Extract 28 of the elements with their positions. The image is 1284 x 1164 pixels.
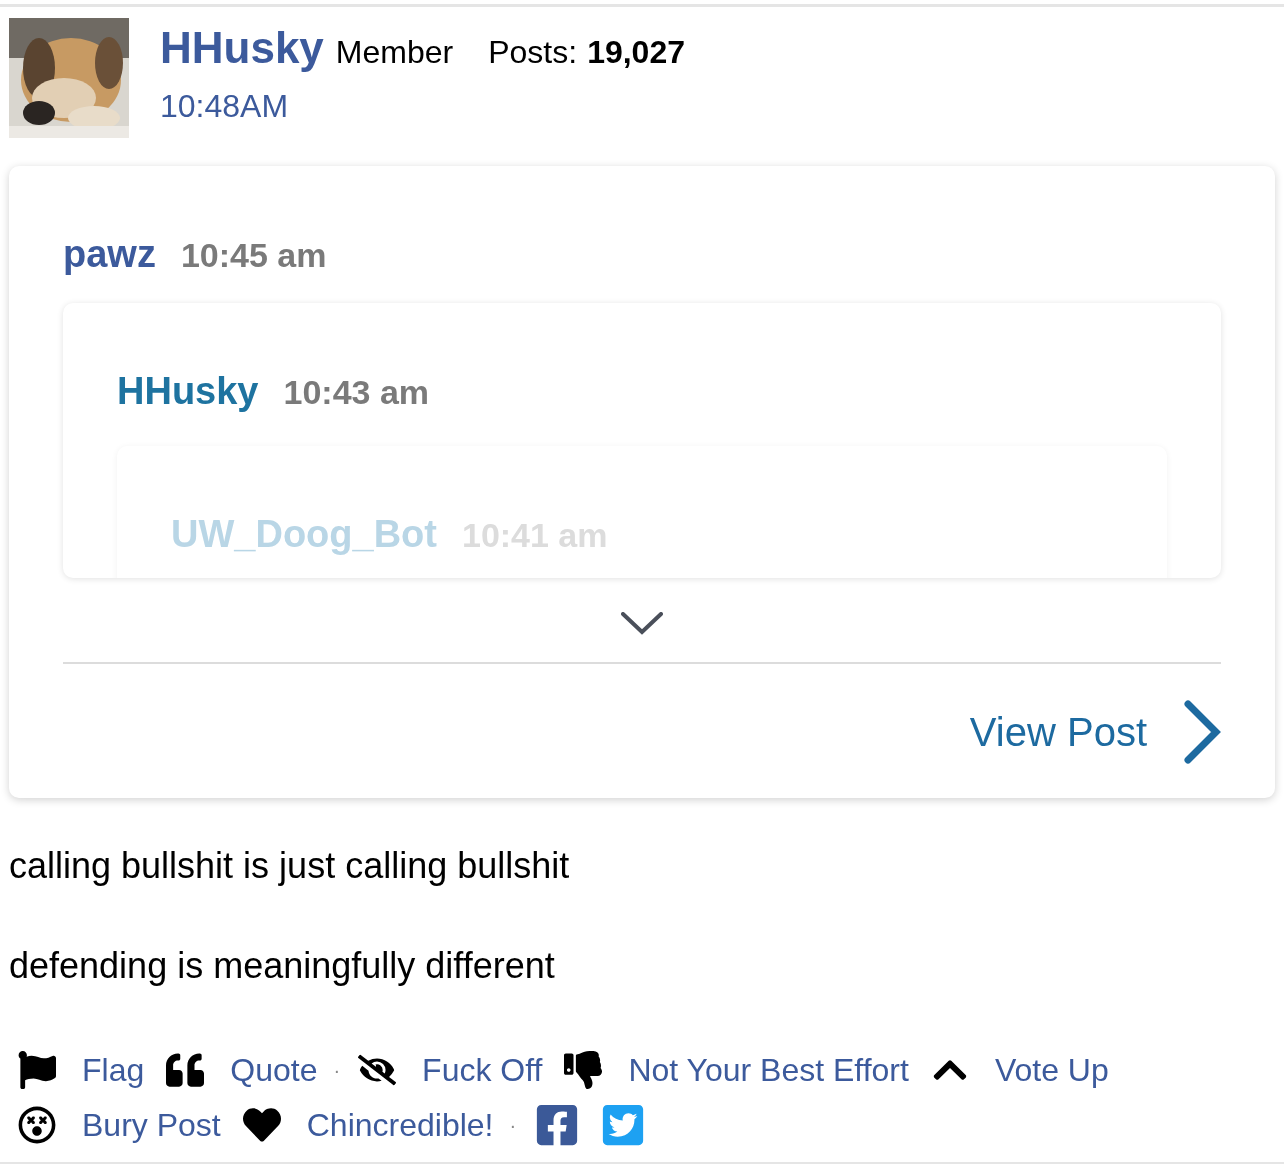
author-name[interactable]: HHusky [160,22,324,74]
post-text: calling bullshit is just calling bullshit [9,844,571,888]
post-text: defending is meaningfully different [9,944,556,988]
posts-count: 19,027 [587,33,685,72]
flag-icon[interactable] [18,1051,56,1089]
quote-author[interactable]: pawz [63,226,156,283]
separator-dot: · [509,1113,517,1138]
separator-dot: · [333,1058,341,1083]
member-role: Member [335,33,454,72]
action-link[interactable]: Flag [82,1048,145,1092]
dizzy-face-icon[interactable] [18,1106,56,1144]
expand-chevron-icon[interactable] [621,612,663,636]
quote-icon[interactable] [166,1051,205,1089]
quote-author[interactable]: HHusky [117,363,259,420]
action-link[interactable]: Bury Post [82,1103,221,1147]
chevron-right-icon[interactable] [1183,700,1221,764]
action-link[interactable]: Chincredible! [306,1103,494,1147]
heart-icon[interactable] [242,1106,281,1144]
posts-label: Posts: [488,33,578,72]
quote-time: 10:45 am [180,235,327,276]
action-link[interactable]: Not Your Best Effort [628,1048,909,1092]
thumbs-down-icon[interactable] [564,1051,603,1089]
action-link[interactable]: Fuck Off [422,1048,543,1092]
post-time[interactable]: 10:48AM [160,82,685,130]
action-link[interactable]: Quote [230,1048,318,1092]
quote-time: 10:43 am [283,372,430,413]
view-post-link[interactable]: View Post [969,702,1147,762]
action-link[interactable]: Vote Up [994,1048,1109,1092]
